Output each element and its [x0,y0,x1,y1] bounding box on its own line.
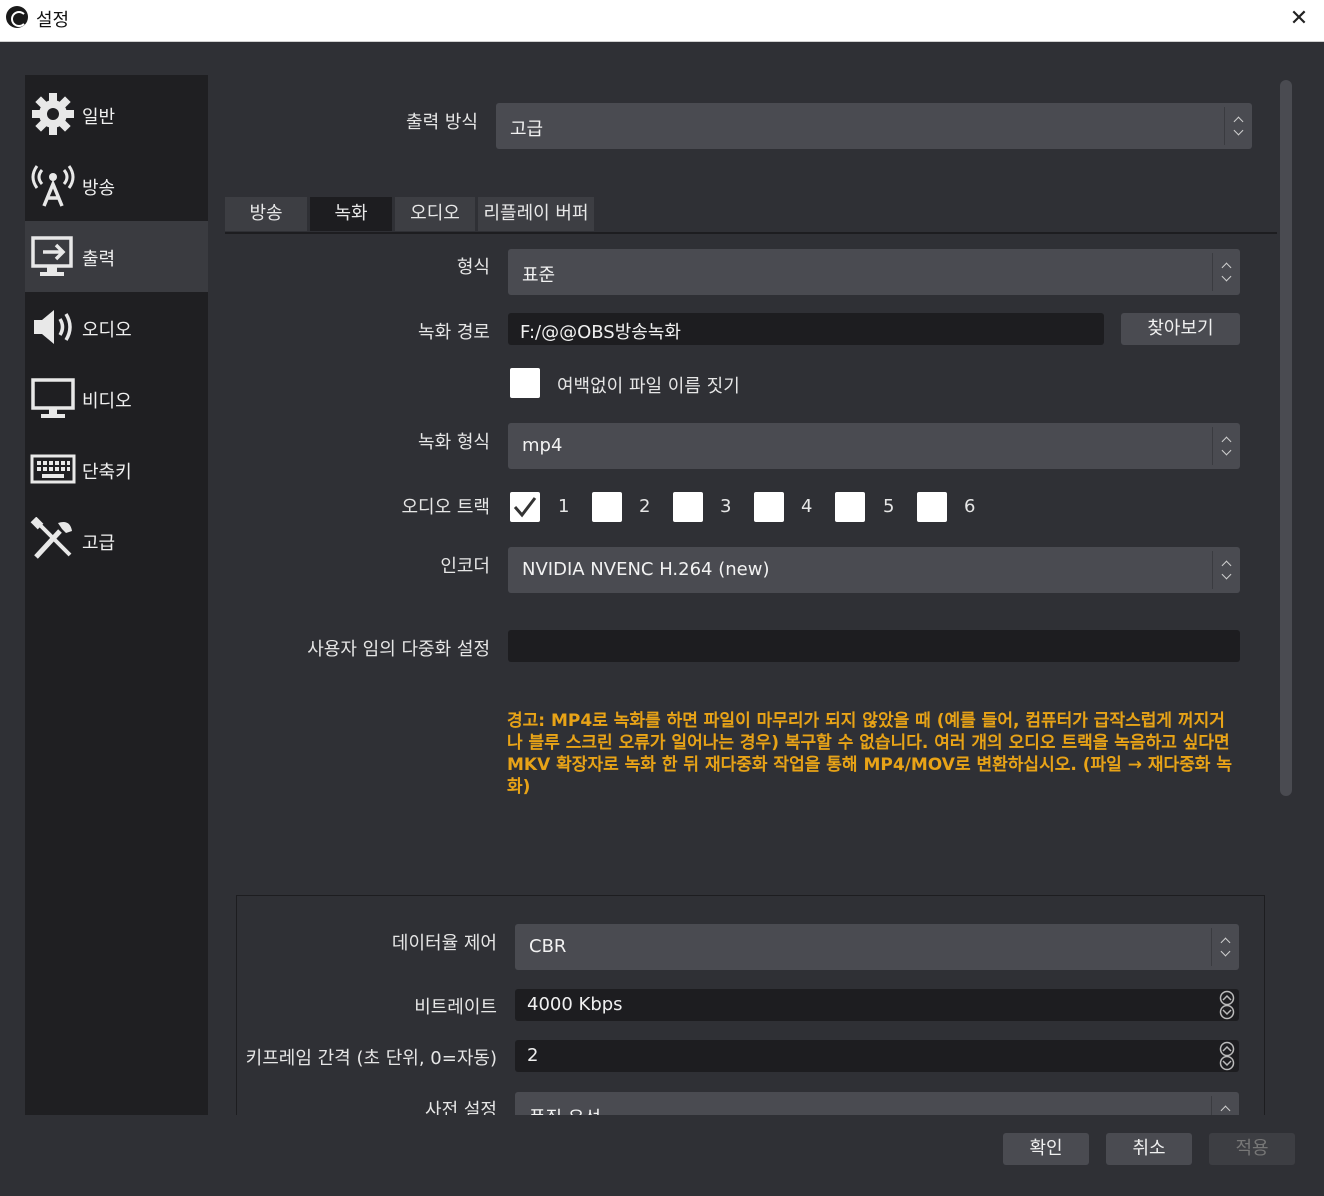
speaker-icon [34,310,72,344]
browse-button[interactable]: 찾아보기 [1121,313,1240,345]
audio-track-2-checkbox[interactable] [592,492,622,522]
preset-value: 품질 우선 [529,1104,601,1115]
sidebar-item-label: 단축키 [82,462,132,483]
tab-recording[interactable]: 녹화 [310,197,392,231]
recording-type-label: 형식 [456,257,490,278]
cancel-button[interactable]: 취소 [1106,1133,1192,1165]
recording-format-value: mp4 [522,435,563,456]
recording-type-value: 표준 [522,265,556,286]
encoder-select[interactable]: NVIDIA NVENC H.264 (new) [508,547,1240,593]
bitrate-spinbox[interactable]: 4000 Kbps [515,989,1239,1021]
recording-type-select[interactable]: 표준 [508,249,1240,295]
keyboard-icon [30,454,76,484]
sidebar-item-label: 오디오 [82,320,132,341]
rate-control-select[interactable]: CBR [515,924,1239,970]
chevron-updown-icon [1212,427,1240,465]
sidebar-item-video[interactable]: 비디오 [25,363,208,434]
audio-track-3-checkbox[interactable] [673,492,703,522]
audio-track-number: 3 [720,496,732,517]
sidebar-item-label: 출력 [82,249,116,270]
recording-path-value: F:/@@OBS방송녹화 [520,322,681,343]
muxer-settings-label: 사용자 임의 다중화 설정 [307,639,490,660]
audio-track-6-checkbox[interactable] [917,492,947,522]
output-mode-value: 고급 [510,119,544,140]
sidebar-item-label: 비디오 [82,391,132,412]
audio-track-number: 5 [883,496,895,517]
recording-path-input[interactable]: F:/@@OBS방송녹화 [508,313,1104,345]
audio-track-number: 1 [558,496,570,517]
audio-track-4-checkbox[interactable] [754,492,784,522]
spin-up-icon[interactable] [1217,1041,1237,1056]
output-icon [31,236,73,276]
chevron-updown-icon [1224,107,1252,145]
recording-format-select[interactable]: mp4 [508,423,1240,469]
close-button[interactable]: ✕ [1282,2,1316,36]
broadcast-icon [31,165,75,207]
apply-button[interactable]: 적용 [1209,1133,1295,1165]
audio-track-1-checkbox[interactable] [510,492,540,522]
tab-divider [225,232,1277,234]
tab-audio[interactable]: 오디오 [395,197,475,231]
title-bar: 설정 ✕ [0,0,1324,42]
keyframe-interval-spinbox[interactable]: 2 [515,1040,1239,1072]
encoder-value: NVIDIA NVENC H.264 (new) [522,559,770,580]
chevron-updown-icon [1211,1096,1239,1115]
recording-format-label: 녹화 형식 [418,432,490,453]
chevron-updown-icon [1212,551,1240,589]
audio-track-number: 2 [639,496,651,517]
tab-replay-buffer[interactable]: 리플레이 버퍼 [478,197,594,231]
settings-sidebar: 일반 방송 출력 오디오 비디오 단축키 고급 [25,75,208,1115]
sidebar-item-label: 방송 [82,178,116,199]
output-mode-select[interactable]: 고급 [496,103,1252,149]
sidebar-item-label: 일반 [82,107,116,128]
rate-control-value: CBR [529,936,567,957]
recording-path-label: 녹화 경로 [418,322,490,343]
sidebar-item-output[interactable]: 출력 [25,221,208,292]
sidebar-item-audio[interactable]: 오디오 [25,292,208,363]
sidebar-item-stream[interactable]: 방송 [25,150,208,221]
obs-logo-icon [6,6,28,28]
spin-down-icon[interactable] [1217,1005,1237,1020]
encoder-label: 인코더 [440,556,490,577]
chevron-updown-icon [1212,253,1240,291]
no-space-filename-checkbox[interactable] [510,368,540,398]
mp4-warning-text: 경고: MP4로 녹화를 하면 파일이 마무리가 되지 않았을 때 (예를 들어… [507,711,1232,797]
gear-icon [32,93,74,135]
chevron-updown-icon [1211,928,1239,966]
vertical-scrollbar[interactable] [1280,80,1292,796]
bitrate-value: 4000 Kbps [527,994,623,1015]
sidebar-item-hotkeys[interactable]: 단축키 [25,434,208,505]
tab-stream[interactable]: 방송 [225,197,307,231]
output-mode-label: 출력 방식 [406,112,478,133]
audio-track-label: 오디오 트랙 [401,497,490,518]
audio-track-number: 6 [964,496,976,517]
bitrate-label: 비트레이트 [414,997,497,1018]
encoder-settings-panel: 데이터율 제어 CBR 비트레이트 4000 Kbps 키프레임 간격 (초 단… [236,895,1265,1115]
spin-up-icon[interactable] [1217,990,1237,1005]
window-title: 설정 [36,10,70,31]
preset-select[interactable]: 품질 우선 [515,1092,1239,1115]
checkmark-icon [513,497,537,518]
keyframe-interval-value: 2 [527,1045,539,1066]
audio-track-5-checkbox[interactable] [835,492,865,522]
monitor-icon [31,378,75,418]
spin-down-icon[interactable] [1217,1056,1237,1071]
rate-control-label: 데이터율 제어 [391,933,497,954]
sidebar-item-advanced[interactable]: 고급 [25,505,208,576]
muxer-settings-input[interactable] [508,630,1240,662]
ok-button[interactable]: 확인 [1003,1133,1089,1165]
preset-label: 사전 설정 [425,1100,497,1115]
dialog-footer: 확인 취소 적용 [0,1116,1324,1196]
tools-icon [30,517,72,559]
audio-track-number: 4 [801,496,813,517]
sidebar-item-general[interactable]: 일반 [25,79,208,150]
sidebar-item-label: 고급 [82,533,116,554]
no-space-filename-label: 여백없이 파일 이름 짓기 [557,376,740,397]
keyframe-interval-label: 키프레임 간격 (초 단위, 0=자동) [245,1048,497,1069]
